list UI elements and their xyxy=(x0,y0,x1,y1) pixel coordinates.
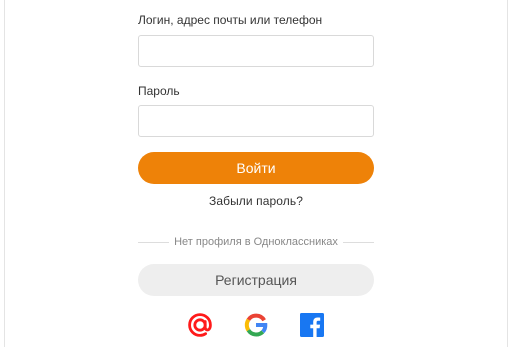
login-button[interactable]: Войти xyxy=(138,152,374,184)
login-page: Логин, адрес почты или телефон Пароль Во… xyxy=(0,0,512,347)
no-profile-text: Нет профиля в Одноклассниках xyxy=(174,236,338,248)
google-login-button[interactable] xyxy=(243,312,269,338)
register-button[interactable]: Регистрация xyxy=(138,264,374,296)
mail-ru-login-button[interactable] xyxy=(187,312,213,338)
no-profile-divider: Нет профиля в Одноклассниках xyxy=(138,235,375,249)
mail-ru-icon xyxy=(188,313,212,337)
divider-line-left xyxy=(138,241,170,243)
password-field-label: Пароль xyxy=(138,84,180,98)
facebook-login-button[interactable] xyxy=(299,312,325,338)
facebook-icon xyxy=(300,313,324,337)
login-field-label: Логин, адрес почты или телефон xyxy=(138,13,323,27)
login-input[interactable] xyxy=(138,35,374,67)
divider-line-right xyxy=(342,241,375,243)
password-input[interactable] xyxy=(138,105,374,137)
google-icon xyxy=(244,313,268,337)
forgot-password-link[interactable]: Забыли пароль? xyxy=(138,194,374,208)
